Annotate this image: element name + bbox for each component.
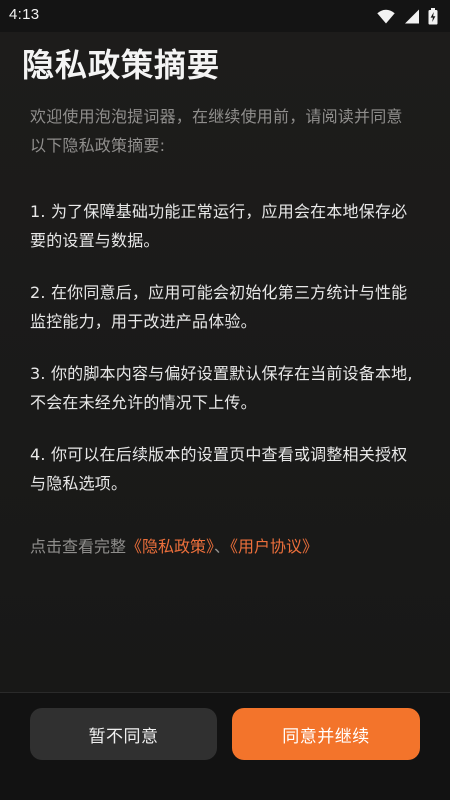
- wifi-icon: [377, 9, 395, 24]
- action-footer: 暂不同意 同意并继续: [0, 692, 450, 800]
- status-icons: [377, 7, 438, 25]
- signal-icon: [404, 9, 419, 24]
- term-item: 1. 为了保障基础功能正常运行，应用会在本地保存必要的设置与数据。: [30, 202, 408, 250]
- privacy-policy-link[interactable]: 《隐私政策》: [126, 537, 214, 556]
- status-bar: 4:13: [0, 0, 450, 32]
- links-separator: 、: [214, 537, 231, 556]
- term-item: 2. 在你同意后，应用可能会初始化第三方统计与性能监控能力，用于改进产品体验。: [30, 283, 408, 331]
- page-title: 隐私政策摘要: [22, 46, 221, 84]
- privacy-summary-content: 隐私政策摘要 欢迎使用泡泡提词器，在继续使用前，请阅读并同意以下隐私政策摘要: …: [0, 32, 450, 692]
- status-time: 4:13: [9, 6, 40, 23]
- links-prefix: 点击查看完整: [30, 537, 127, 556]
- agree-continue-button[interactable]: 同意并继续: [232, 708, 420, 760]
- decline-button[interactable]: 暂不同意: [30, 708, 217, 760]
- policy-links-line: 点击查看完整《隐私政策》、《用户协议》: [30, 532, 420, 561]
- battery-icon: [428, 7, 438, 25]
- term-item: 4. 你可以在后续版本的设置页中查看或调整相关授权与隐私选项。: [30, 445, 408, 493]
- term-item: 3. 你的脚本内容与偏好设置默认保存在当前设备本地,不会在未经允许的情况下上传。: [30, 364, 413, 412]
- user-agreement-link[interactable]: 《用户协议》: [230, 537, 318, 556]
- intro-text: 欢迎使用泡泡提词器，在继续使用前，请阅读并同意以下隐私政策摘要:: [30, 107, 403, 155]
- terms-list: 1. 为了保障基础功能正常运行，应用会在本地保存必要的设置与数据。 2. 在你同…: [30, 197, 415, 521]
